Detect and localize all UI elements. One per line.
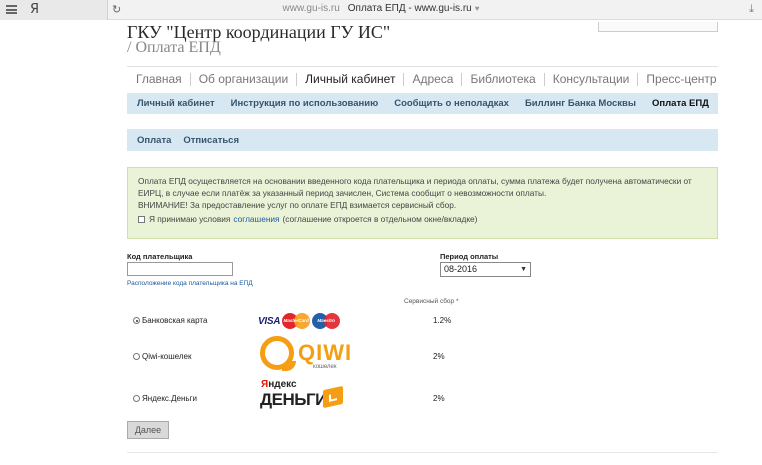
notice-line-1: Оплата ЕПД осуществляется на основании в…: [138, 176, 692, 186]
nav-addresses[interactable]: Адреса: [403, 73, 461, 86]
payer-code-label: Код плательщика: [127, 252, 193, 261]
maestro-logo: Maestro: [312, 313, 341, 329]
header-search-field[interactable]: [598, 22, 718, 32]
nav-press-center[interactable]: Пресс-центр: [637, 73, 724, 86]
dropdown-arrow-icon: ▼: [520, 266, 527, 273]
page-subtitle: / Оплата ЕПД: [127, 39, 221, 56]
qiwi-fee: 2%: [433, 352, 445, 361]
subnav-epd-payment[interactable]: Оплата ЕПД: [642, 98, 715, 109]
card-brands-logo: VISA MasterCard Maestro: [258, 311, 346, 331]
qiwi-radio[interactable]: [133, 353, 140, 360]
qiwi-logo-text: QIWI: [298, 340, 353, 365]
subnav-instructions[interactable]: Инструкция по использованию: [221, 98, 385, 109]
agreement-prefix: Я принимаю условия: [149, 214, 231, 224]
yandex-label: Яндекс.Деньги: [142, 394, 197, 403]
tab-payment[interactable]: Оплата: [127, 135, 173, 146]
subnav-personal-cabinet[interactable]: Личный кабинет: [127, 98, 221, 109]
divider: [127, 452, 718, 453]
card-radio[interactable]: [133, 317, 140, 324]
qiwi-logo-subtext: кошелек: [313, 364, 337, 370]
section-tabs: Оплата Отписаться: [127, 129, 718, 151]
nav-personal-cabinet[interactable]: Личный кабинет: [296, 73, 403, 86]
period-label: Период оплаты: [440, 252, 499, 261]
qiwi-logo: QIWI кошелек: [258, 334, 353, 378]
period-value: 08-2016: [444, 264, 478, 274]
agreement-suffix: (соглашение откроется в отдельном окне/в…: [282, 214, 478, 224]
address-bar[interactable]: www.gu-is.ru Оплата ЕПД - www.gu-is.ru ♥: [0, 3, 762, 14]
qiwi-label: Qiwi-кошелек: [142, 352, 192, 361]
yandex-radio[interactable]: [133, 395, 140, 402]
info-notice: Оплата ЕПД осуществляется на основании в…: [127, 167, 718, 239]
yandex-logo-top: Яндекс: [261, 379, 297, 390]
period-select[interactable]: 08-2016 ▼: [440, 262, 531, 277]
nav-consultations[interactable]: Консультации: [543, 73, 638, 86]
visa-logo: VISA: [258, 315, 281, 327]
notice-line-3: ВНИМАНИЕ! За предоставление услуг по опл…: [138, 200, 457, 210]
agreement-row: Я принимаю условия соглашения (соглашени…: [138, 213, 707, 225]
browser-toolbar: Я ↻ www.gu-is.ru Оплата ЕПД - www.gu-is.r…: [0, 0, 762, 20]
nav-home[interactable]: Главная: [127, 73, 190, 86]
yandex-money-logo: Яндекс ДЕНЬГИ: [258, 378, 350, 418]
mastercard-logo: MasterCard: [282, 313, 311, 329]
url-domain: www.gu-is.ru: [282, 3, 340, 14]
subnav-billing[interactable]: Биллинг Банка Москвы: [515, 98, 642, 109]
download-icon[interactable]: ⤓: [749, 3, 754, 16]
nav-about[interactable]: Об организации: [189, 73, 296, 86]
yandex-logo-bottom: ДЕНЬГИ: [260, 390, 327, 409]
agreement-link[interactable]: соглашения: [233, 213, 279, 225]
wallet-icon: [323, 385, 343, 409]
payer-code-input[interactable]: [127, 262, 233, 276]
page-title-text: Оплата ЕПД - www.gu-is.ru: [347, 3, 472, 14]
main-navigation: Главная Об организации Личный кабинет Ад…: [127, 66, 718, 92]
bookmark-heart-icon[interactable]: ♥: [475, 4, 480, 13]
yandex-fee: 2%: [433, 394, 445, 403]
tab-unsubscribe[interactable]: Отписаться: [173, 135, 241, 146]
next-button[interactable]: Далее: [127, 421, 169, 439]
maestro-text: Maestro: [317, 318, 335, 323]
card-fee: 1.2%: [433, 316, 452, 325]
card-label: Банковская карта: [142, 316, 208, 325]
sub-navigation: Личный кабинет Инструкция по использован…: [127, 93, 718, 114]
agreement-checkbox[interactable]: [138, 215, 145, 223]
payer-code-hint-link[interactable]: Расположение кода плательщика на ЕПД: [127, 280, 253, 287]
mastercard-text: MasterCard: [283, 318, 309, 323]
service-fee-header: Сервисный сбор *: [404, 298, 459, 305]
subnav-report-problem[interactable]: Сообщить о неполадках: [384, 98, 515, 109]
nav-library[interactable]: Библиотека: [461, 73, 543, 86]
notice-line-2: ЕИРЦ, в случае если платёж за указанный …: [138, 188, 547, 198]
